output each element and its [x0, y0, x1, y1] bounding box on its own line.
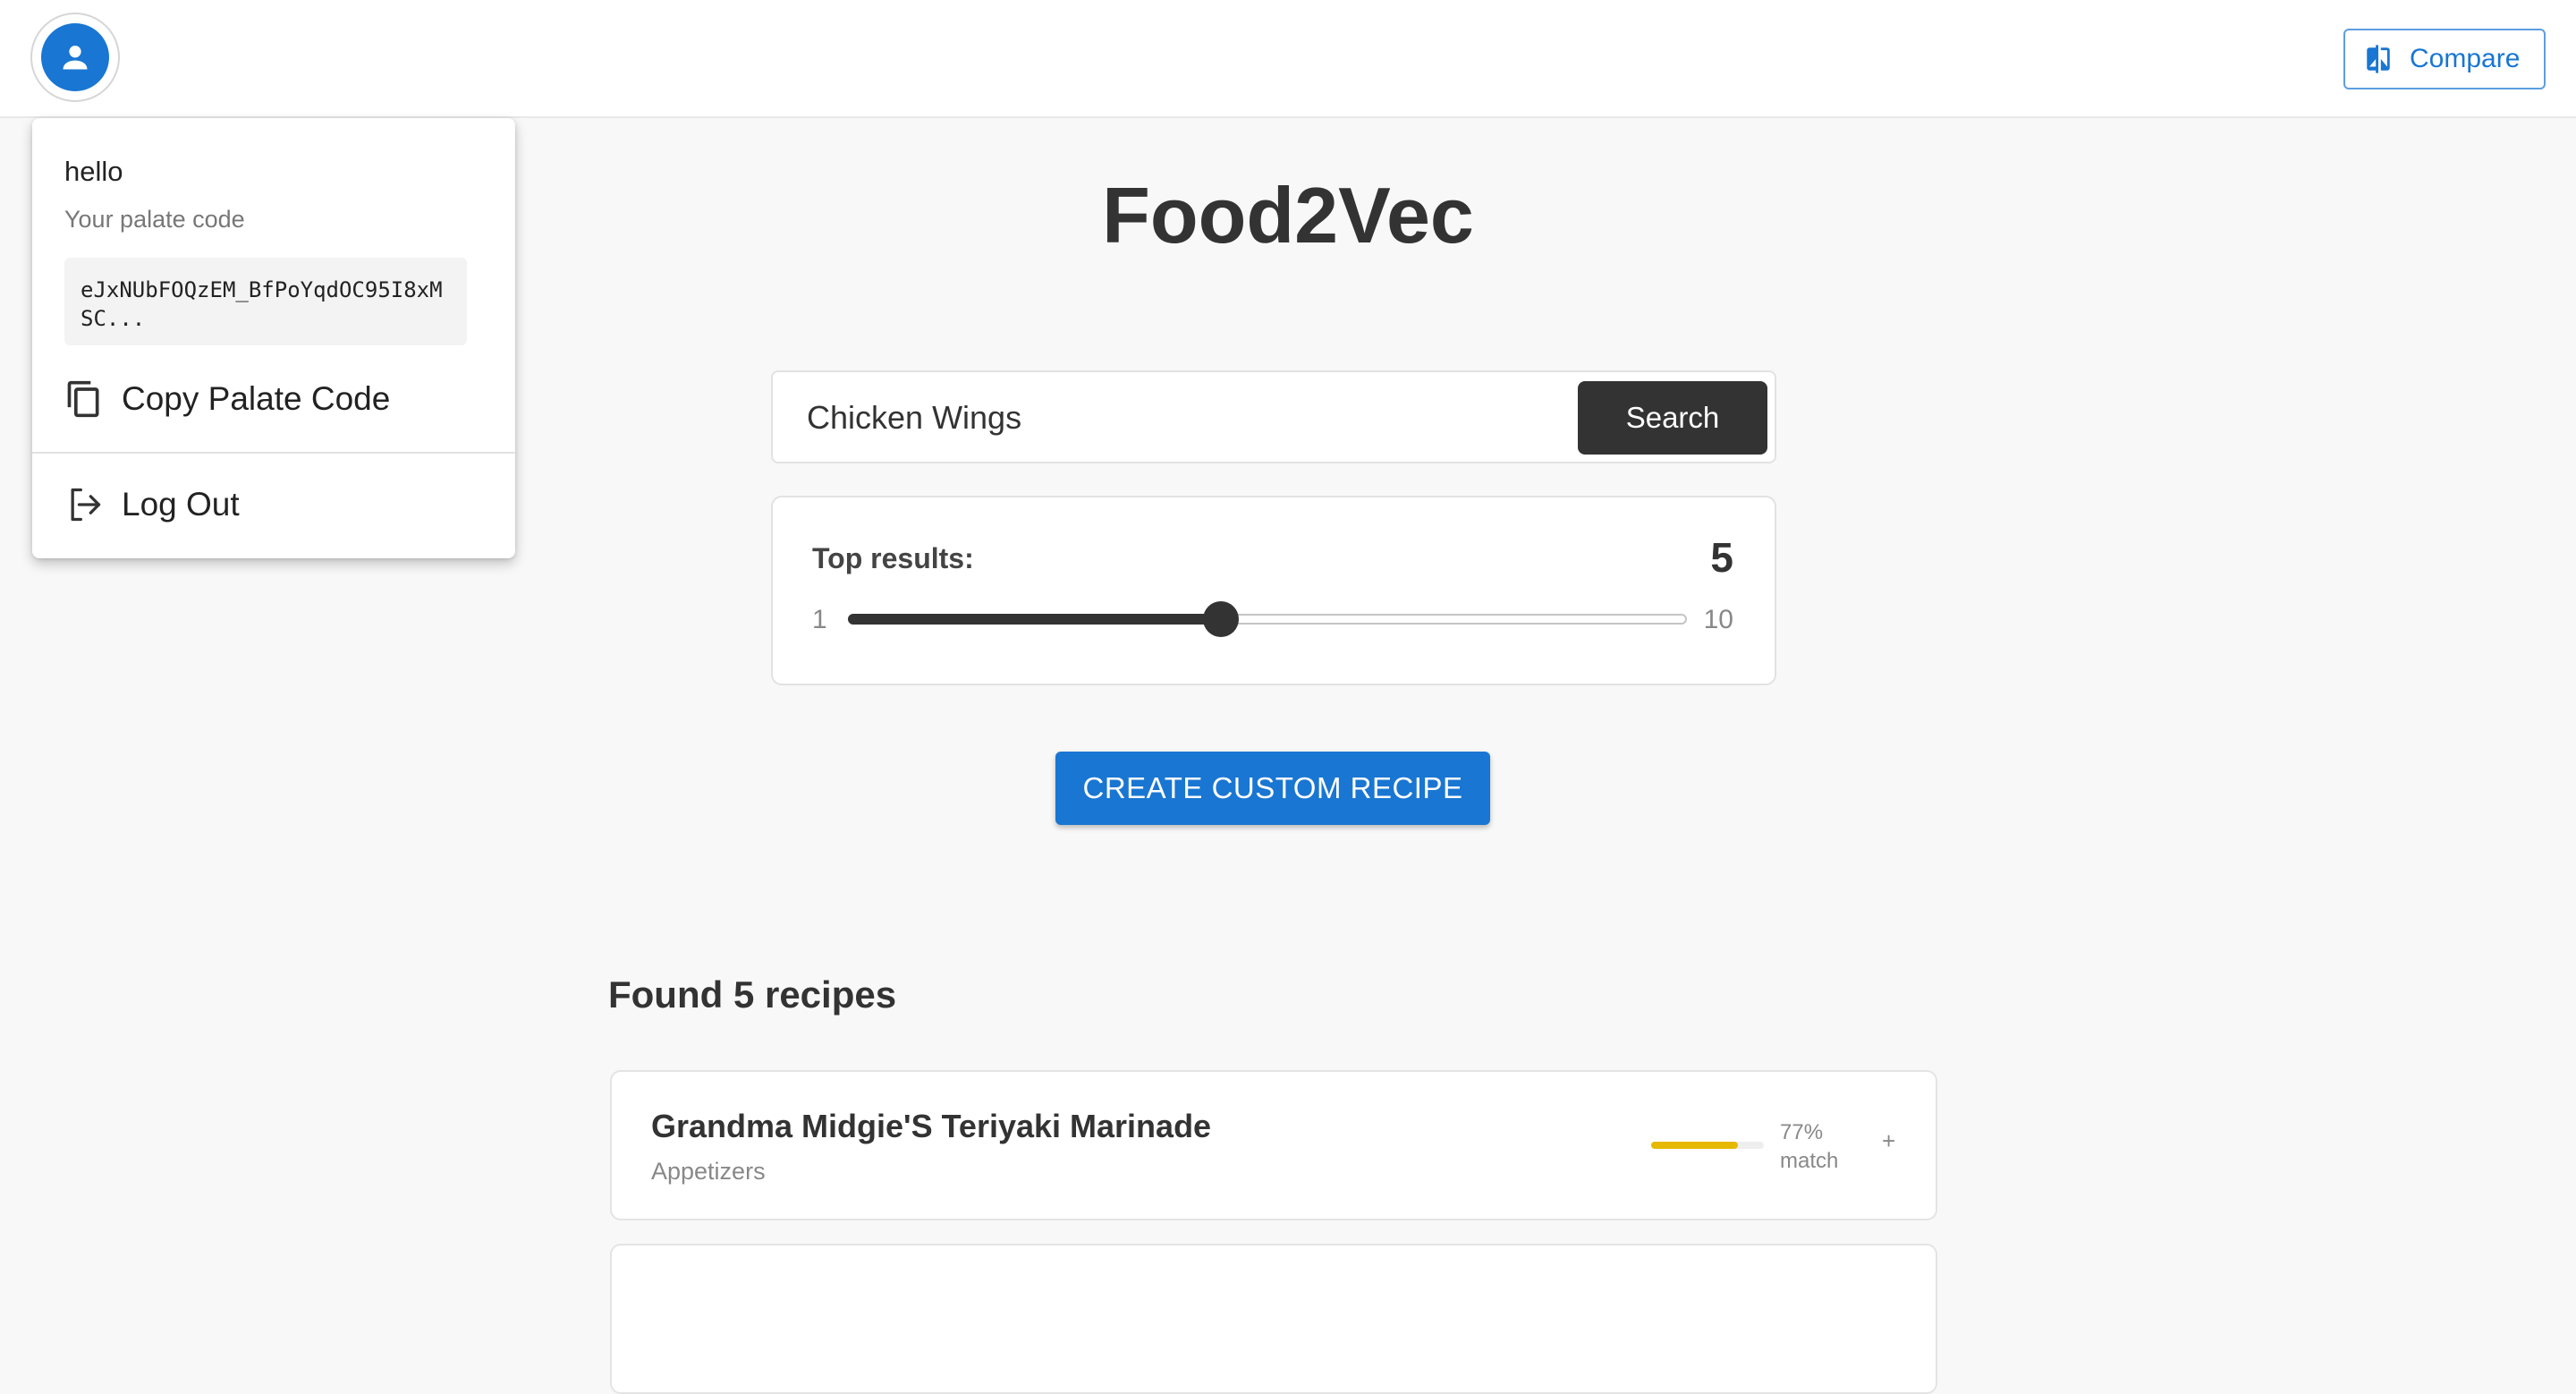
slider-label: Top results:: [812, 542, 974, 574]
match-text: 77% match: [1780, 1118, 1860, 1176]
menu-divider: [32, 452, 515, 454]
recipe-card[interactable]: Grandma Midgie'S Teriyaki Marinade Appet…: [610, 1070, 1937, 1220]
avatar: [41, 23, 109, 91]
palate-code: eJxNUbFOQzEM_BfPoYqdOC95I8xMSC...: [64, 258, 467, 345]
recipe-category: Appetizers: [651, 1158, 766, 1185]
match-bar: [1651, 1142, 1739, 1149]
copy-palate-code-item[interactable]: Copy Palate Code: [32, 363, 515, 435]
menu-subtitle: Your palate code: [64, 206, 245, 233]
results-heading: Found 5 recipes: [608, 973, 897, 1016]
expand-button[interactable]: +: [1882, 1127, 1895, 1155]
top-results-card: Top results: 5 1 10: [771, 496, 1776, 685]
slider-max-label: 10: [1703, 605, 1733, 634]
create-custom-recipe-button[interactable]: CREATE CUSTOM RECIPE: [1055, 752, 1490, 825]
compare-button[interactable]: Compare: [2343, 29, 2546, 89]
compare-label: Compare: [2410, 44, 2521, 73]
search-input[interactable]: [805, 390, 1542, 446]
log-out-item[interactable]: Log Out: [32, 469, 515, 540]
slider-fill: [848, 614, 1221, 625]
user-avatar-button[interactable]: [30, 13, 120, 102]
slider-min-label: 1: [812, 605, 827, 634]
log-out-label: Log Out: [122, 486, 240, 523]
recipe-name: Grandma Midgie'S Teriyaki Marinade: [651, 1108, 1212, 1144]
copy-icon: [67, 380, 99, 418]
recipe-card[interactable]: [610, 1244, 1937, 1394]
slider-thumb[interactable]: [1202, 601, 1239, 637]
compare-icon: [2367, 45, 2390, 73]
slider-value: 5: [1710, 534, 1733, 581]
menu-username: hello: [64, 156, 123, 187]
person-icon: [63, 46, 88, 70]
top-bar: Compare: [0, 0, 2576, 118]
match-suffix: match: [1780, 1149, 1839, 1173]
logout-icon: [71, 488, 101, 522]
user-menu: hello Your palate code eJxNUbFOQzEM_BfPo…: [32, 118, 515, 558]
copy-palate-code-label: Copy Palate Code: [122, 380, 391, 417]
match-percent: 77%: [1780, 1120, 1824, 1144]
search-button[interactable]: Search: [1578, 381, 1767, 455]
